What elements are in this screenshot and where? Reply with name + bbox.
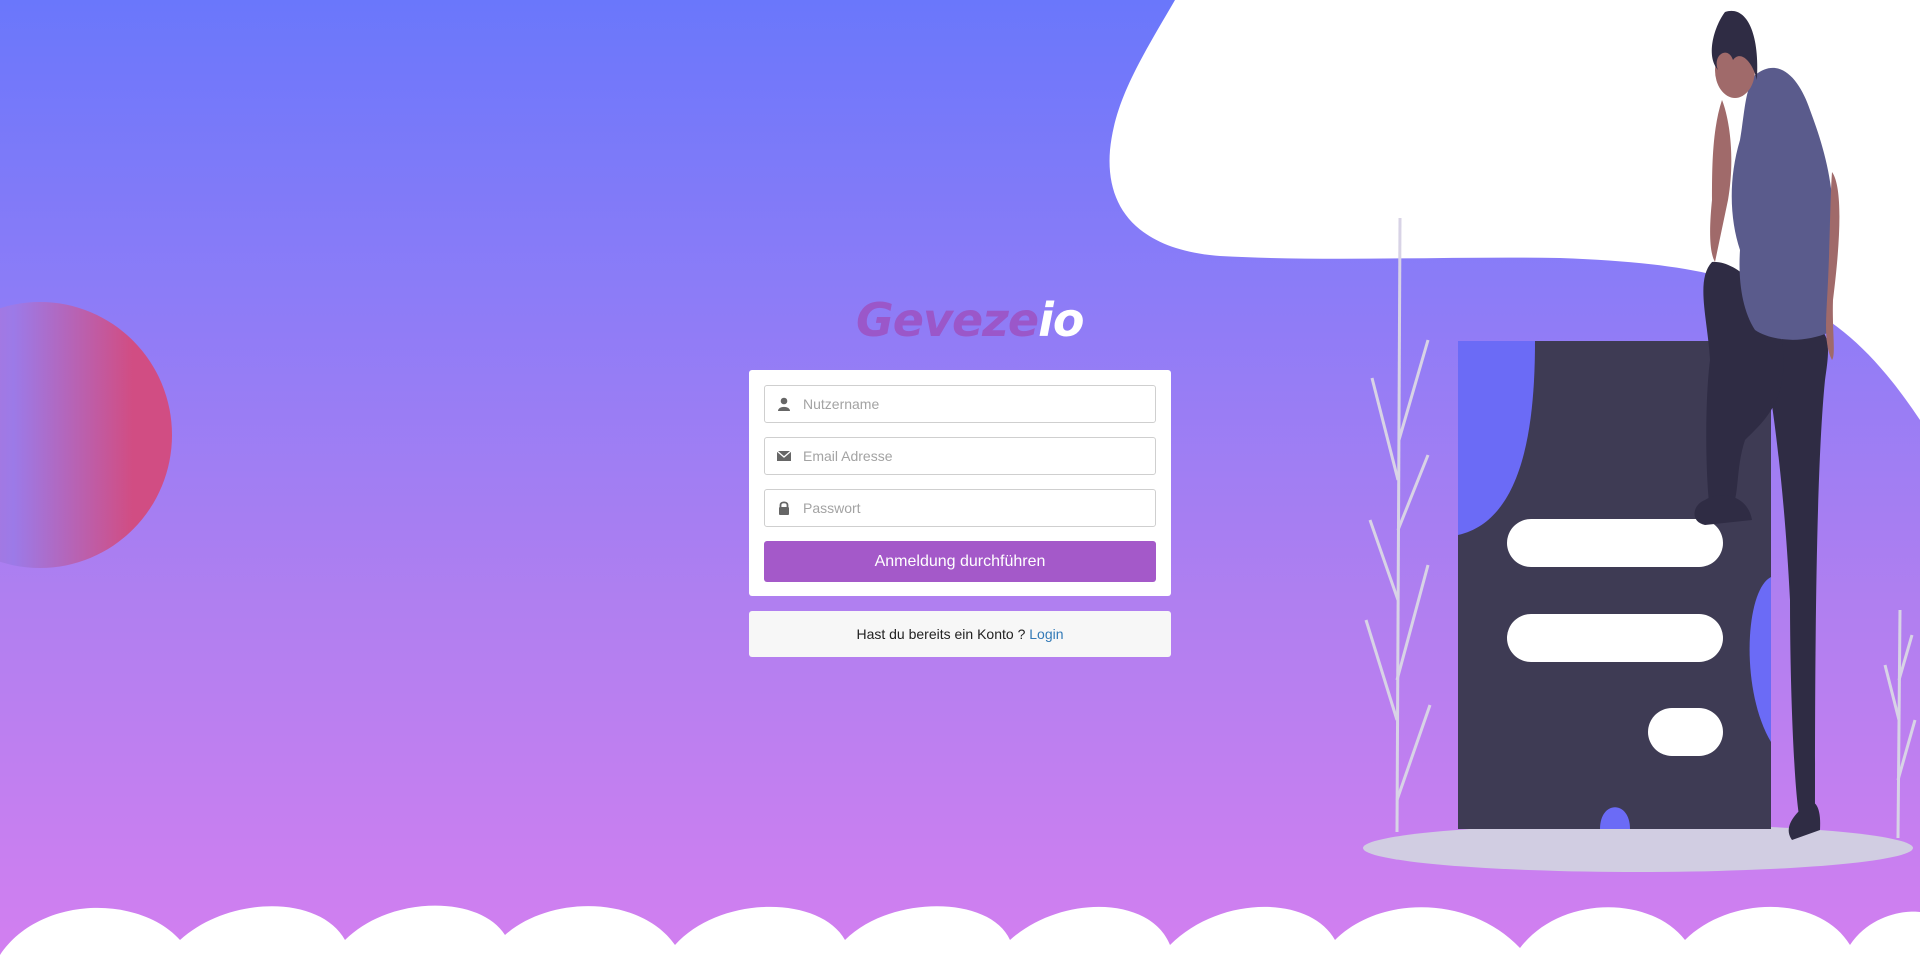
password-input[interactable] (803, 490, 1143, 526)
login-prompt-text: Hast du bereits ein Konto ? (856, 626, 1026, 642)
email-field (764, 437, 1156, 475)
ground-shadow (1363, 824, 1913, 872)
email-input[interactable] (803, 438, 1143, 474)
password-field (764, 489, 1156, 527)
right-plant (1883, 609, 1917, 839)
logo-main: Geveze (856, 293, 1039, 347)
left-plant (1364, 217, 1432, 833)
login-link[interactable]: Login (1029, 626, 1063, 642)
app-logo: Gevezeio (856, 290, 1085, 350)
left-blob (0, 302, 172, 568)
login-prompt-box: Hast du bereits ein Konto ? Login (749, 611, 1171, 657)
username-input[interactable] (803, 386, 1143, 422)
lock-icon (779, 501, 789, 515)
envelope-icon (776, 450, 792, 461)
registration-form: Anmeldung durchführen (749, 370, 1171, 596)
user-icon (778, 397, 790, 411)
bottom-clouds (0, 905, 1920, 976)
username-field (764, 385, 1156, 423)
logo-sub: io (1038, 293, 1084, 347)
submit-button[interactable]: Anmeldung durchführen (764, 541, 1156, 582)
